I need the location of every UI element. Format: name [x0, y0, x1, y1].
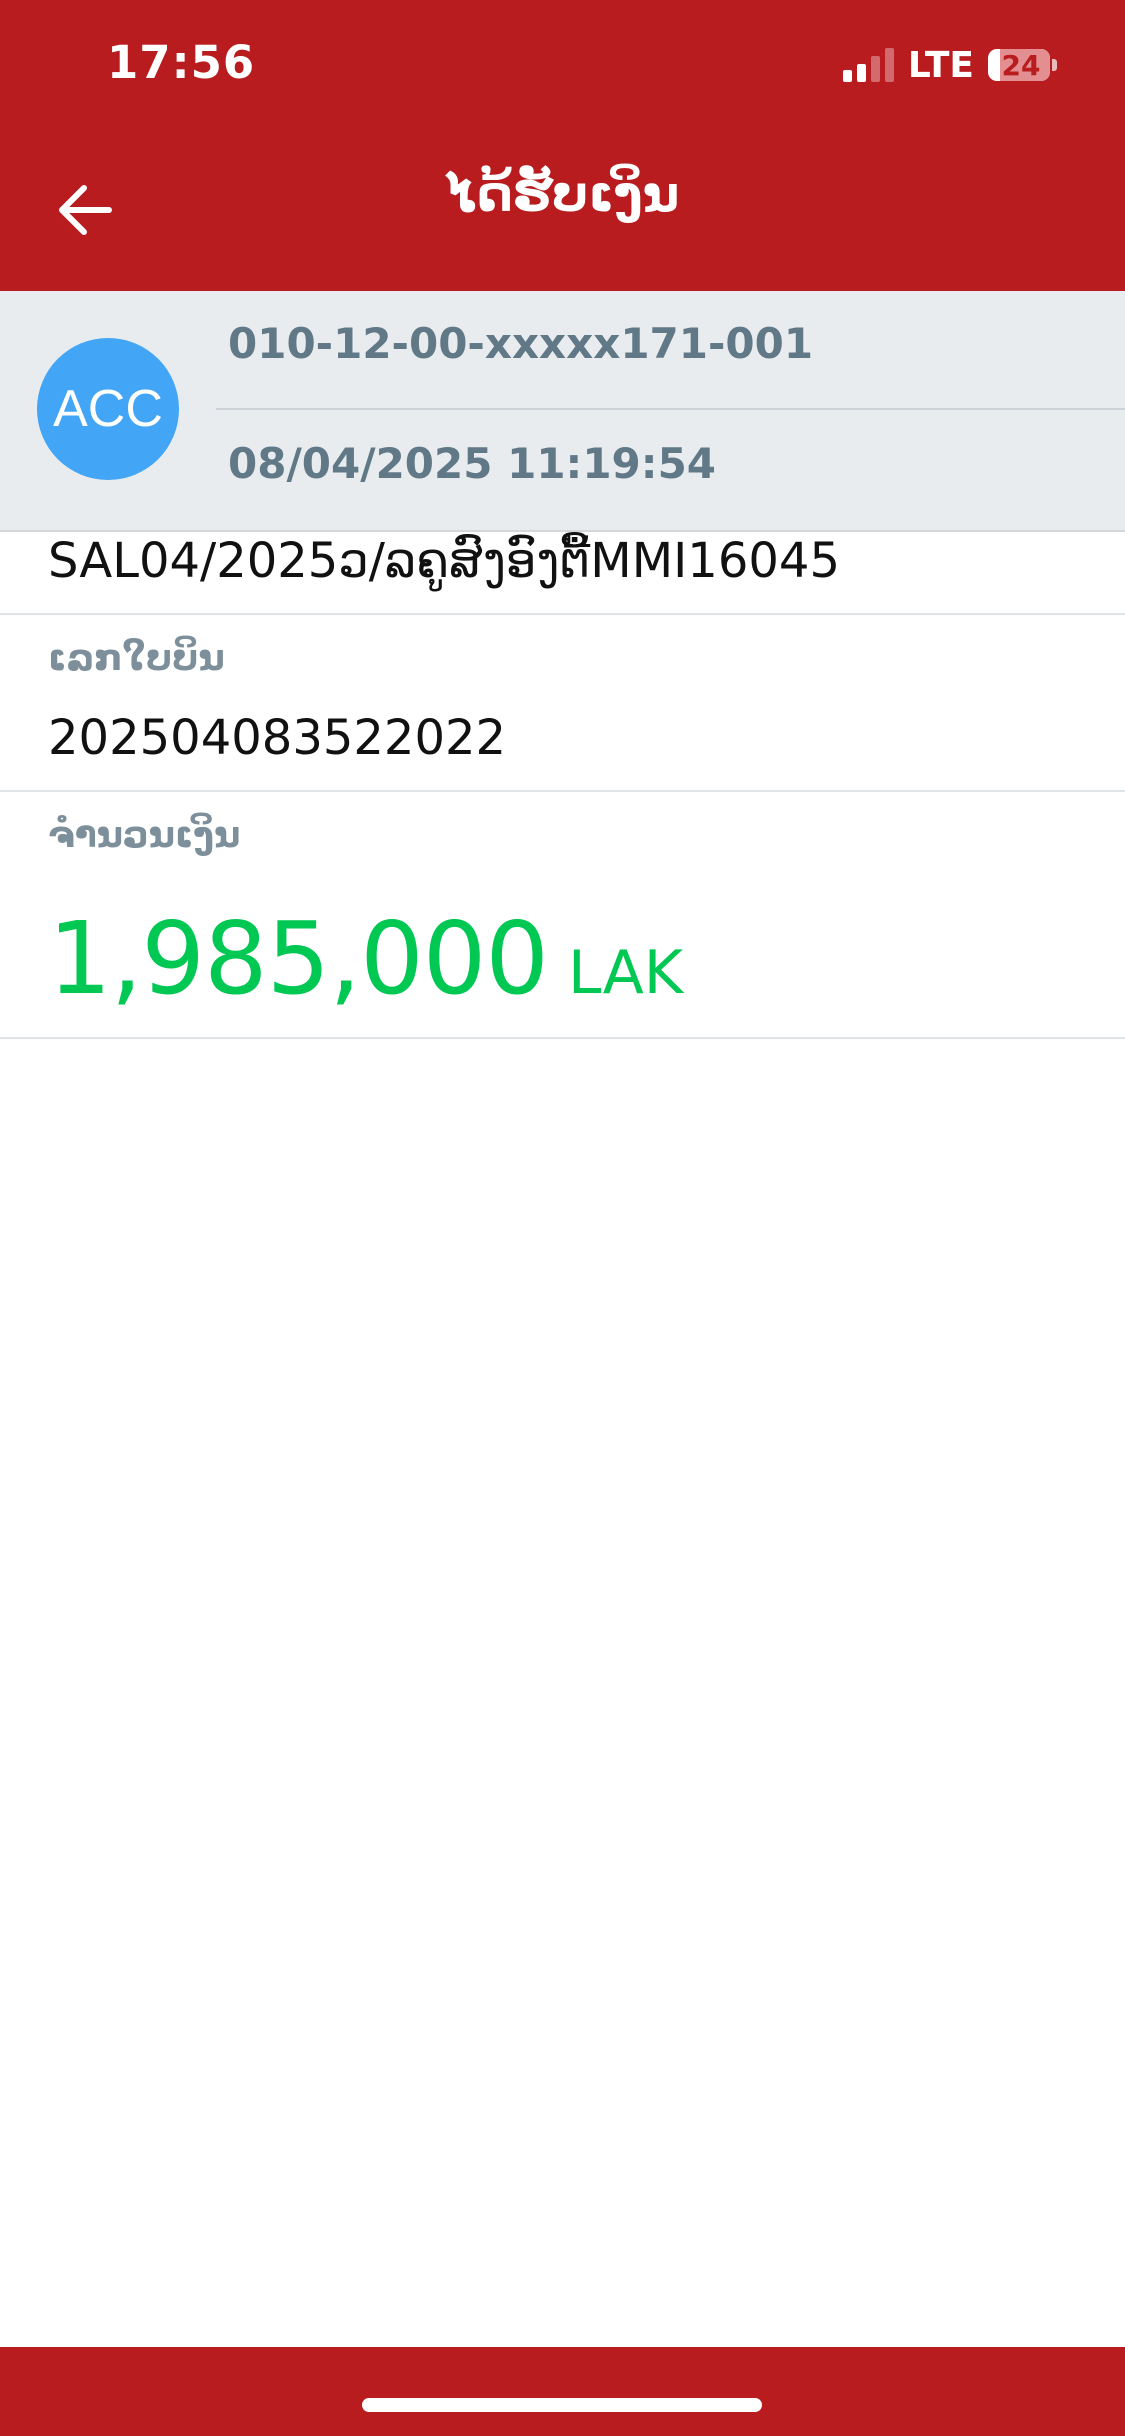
battery-icon: 24	[988, 48, 1050, 82]
transaction-datetime: 08/04/2025 11:19:54	[228, 439, 717, 488]
amount-display: 1,985,000 LAK	[48, 900, 683, 1017]
page-title: ໄດ້ຮັບເງິນ	[445, 165, 680, 223]
signal-icon	[842, 48, 894, 82]
home-indicator[interactable]	[362, 2398, 762, 2412]
currency-code: LAK	[567, 938, 684, 1008]
status-indicators: LTE 24	[842, 42, 1057, 88]
divider	[0, 1037, 1125, 1039]
bottom-bar	[0, 2347, 1125, 2436]
bill-number-value: 202504083522022	[48, 710, 507, 766]
app-header: 17:56 LTE 24 ໄດ້ຮັບເງິນ	[0, 0, 1125, 291]
network-type: LTE	[907, 44, 974, 86]
account-divider	[216, 408, 1125, 410]
divider	[0, 790, 1125, 792]
battery-percent: 24	[1001, 48, 1041, 82]
avatar: ACC	[37, 338, 179, 480]
amount-value: 1,985,000	[48, 900, 549, 1017]
divider	[0, 613, 1125, 615]
account-panel: ACC 010-12-00-xxxxx171-001 08/04/2025 11…	[0, 291, 1125, 532]
bill-number-label: ເລກໃບບິນ	[48, 638, 225, 679]
amount-label: ຈຳນວນເງິນ	[48, 815, 241, 856]
battery-cap	[1052, 59, 1057, 71]
transaction-description: SAL04/2025ວ/ລຄູສົງອົງຕື້MMI16045	[48, 533, 840, 589]
account-number: 010-12-00-xxxxx171-001	[228, 319, 814, 368]
status-time: 17:56	[107, 36, 256, 89]
